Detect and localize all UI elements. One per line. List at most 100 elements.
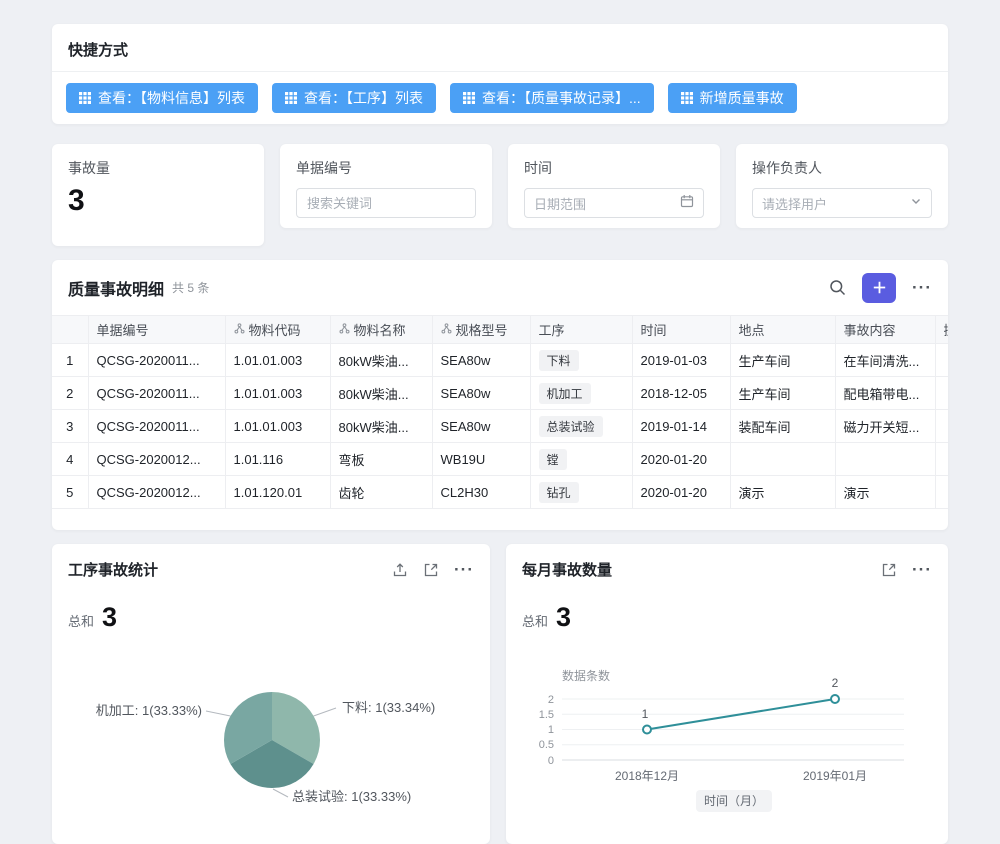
cell-place: 生产车间 (730, 377, 835, 410)
cell-doc: QCSG-2020012... (88, 443, 225, 476)
incident-count-value: 3 (68, 186, 248, 216)
table-row[interactable]: 5 QCSG-2020012... 1.01.120.01 齿轮 CL2H30 … (52, 476, 948, 509)
col-label: 物料名称 (354, 320, 406, 339)
grid-icon (681, 92, 693, 104)
cell-place: 装配车间 (730, 410, 835, 443)
col-place[interactable]: 地点 (730, 316, 835, 344)
x-axis-title-chip (696, 790, 772, 812)
cell-operator (935, 476, 948, 509)
cell-doc: QCSG-2020011... (88, 344, 225, 377)
col-material-name[interactable]: 物料名称 (330, 316, 432, 344)
avatar (948, 381, 949, 405)
cell-doc: QCSG-2020012... (88, 476, 225, 509)
operator-filter-label: 操作负责人 (752, 158, 932, 178)
cell-spec: SEA80w (432, 344, 530, 377)
shortcut-view-material-list-button[interactable]: 查看：【物料信息】列表 (66, 83, 258, 113)
table-row[interactable]: 2 QCSG-2020011... 1.01.01.003 80kW柴油... … (52, 377, 948, 410)
monthly-incidents-chart-card: 每月事故数量 ··· 总和 3 数据条数 2 1.5 1 0.5 0 1 2 2… (506, 544, 948, 844)
process-pie-chart: 下料: 1(33.34%) 机加工: 1(33.33%) 总装试验: 1(33.… (52, 544, 490, 844)
incident-count-label: 事故量 (68, 158, 248, 178)
shortcut-view-quality-records-button[interactable]: 查看：【质量事故记录】... (450, 83, 654, 113)
doc-number-label: 单据编号 (296, 158, 476, 178)
cell-process: 机加工 (530, 377, 632, 410)
more-menu-icon[interactable]: ··· (454, 561, 474, 578)
table-row[interactable]: 4 QCSG-2020012... 1.01.116 弯板 WB19U 镗 20… (52, 443, 948, 476)
cell-spec: CL2H30 (432, 476, 530, 509)
cell-index: 5 (52, 476, 88, 509)
more-menu-icon[interactable]: ··· (912, 279, 932, 296)
cell-operator (935, 377, 948, 410)
col-doc-number[interactable]: 单据编号 (88, 316, 225, 344)
shortcut-buttons-row: 查看：【物料信息】列表 查看：【工序】列表 查看：【质量事故记录】... 新增质… (52, 72, 948, 124)
more-menu-icon[interactable]: ··· (912, 561, 932, 578)
cell-operator (935, 344, 948, 377)
line-series (647, 699, 835, 730)
data-point-jan2019[interactable] (831, 695, 839, 703)
filter-row: 事故量 3 单据编号 时间 日期范围 操作负责人 请选择用户 (52, 144, 948, 246)
cell-process: 下料 (530, 344, 632, 377)
button-label: 查看：【物料信息】列表 (98, 88, 245, 108)
time-filter-card: 时间 日期范围 (508, 144, 720, 228)
x-axis-title: 时间（月） (704, 794, 764, 808)
avatar (948, 348, 949, 372)
add-record-button[interactable] (862, 273, 896, 303)
export-icon[interactable] (392, 562, 408, 578)
cell-index: 1 (52, 344, 88, 377)
table-row[interactable]: 3 QCSG-2020011... 1.01.01.003 80kW柴油... … (52, 410, 948, 443)
x-tick-jan2019: 2019年01月 (803, 769, 867, 783)
cell-content: 磁力开关短... (835, 410, 935, 443)
button-label: 查看：【质量事故记录】... (482, 88, 641, 108)
line-chart-title: 每月事故数量 (522, 559, 612, 580)
avatar (948, 447, 949, 471)
shortcut-view-process-list-button[interactable]: 查看：【工序】列表 (272, 83, 436, 113)
chevron-down-icon (910, 194, 922, 212)
avatar (948, 414, 949, 438)
y-tick: 0.5 (539, 739, 554, 751)
cell-content (835, 443, 935, 476)
process-tag: 总装试验 (539, 416, 603, 437)
cell-spec: SEA80w (432, 377, 530, 410)
pie-leader-line (273, 789, 288, 797)
cell-operator (935, 443, 948, 476)
date-range-picker[interactable]: 日期范围 (524, 188, 704, 218)
table-row[interactable]: 1 QCSG-2020011... 1.01.01.003 80kW柴油... … (52, 344, 948, 377)
pie-label-xialiao: 下料: 1(33.34%) (342, 700, 435, 715)
incident-detail-table-card: 质量事故明细 共 5 条 ··· 单据编号 物料代码 物料名称 规格型号 工序 … (52, 260, 948, 530)
cell-place: 演示 (730, 476, 835, 509)
cell-name: 80kW柴油... (330, 344, 432, 377)
search-icon[interactable] (829, 279, 846, 296)
table-header-bar: 质量事故明细 共 5 条 ··· (52, 260, 948, 315)
col-label: 物料代码 (249, 320, 301, 339)
cell-time: 2019-01-14 (632, 410, 730, 443)
cell-content: 在车间清洗... (835, 344, 935, 377)
col-material-code[interactable]: 物料代码 (225, 316, 330, 344)
col-time[interactable]: 时间 (632, 316, 730, 344)
calendar-icon (680, 194, 694, 213)
doc-number-search-input[interactable] (296, 188, 476, 218)
col-operator[interactable]: 操作负责人 (935, 316, 948, 344)
operator-select[interactable]: 请选择用户 (752, 188, 932, 218)
cell-code: 1.01.116 (225, 443, 330, 476)
col-spec-model[interactable]: 规格型号 (432, 316, 530, 344)
shortcut-add-quality-incident-button[interactable]: 新增质量事故 (668, 83, 797, 113)
doc-number-filter-card: 单据编号 (280, 144, 492, 228)
expand-icon[interactable] (881, 562, 897, 578)
pie-label-jijiagong: 机加工: 1(33.33%) (96, 703, 202, 718)
cell-time: 2020-01-20 (632, 476, 730, 509)
expand-icon[interactable] (423, 562, 439, 578)
cell-process: 总装试验 (530, 410, 632, 443)
cell-code: 1.01.01.003 (225, 344, 330, 377)
cell-operator (935, 410, 948, 443)
incident-count-card: 事故量 3 (52, 144, 264, 246)
col-process[interactable]: 工序 (530, 316, 632, 344)
cell-code: 1.01.01.003 (225, 377, 330, 410)
col-content[interactable]: 事故内容 (835, 316, 935, 344)
y-tick: 1 (548, 724, 554, 736)
cell-index: 2 (52, 377, 88, 410)
pie-leader-line (314, 708, 336, 716)
cell-name: 80kW柴油... (330, 410, 432, 443)
pie-total-label: 总和 (68, 611, 94, 630)
cell-time: 2018-12-05 (632, 377, 730, 410)
table-header-row: 单据编号 物料代码 物料名称 规格型号 工序 时间 地点 事故内容 操作负责人 (52, 316, 948, 344)
data-point-dec2018[interactable] (643, 726, 651, 734)
